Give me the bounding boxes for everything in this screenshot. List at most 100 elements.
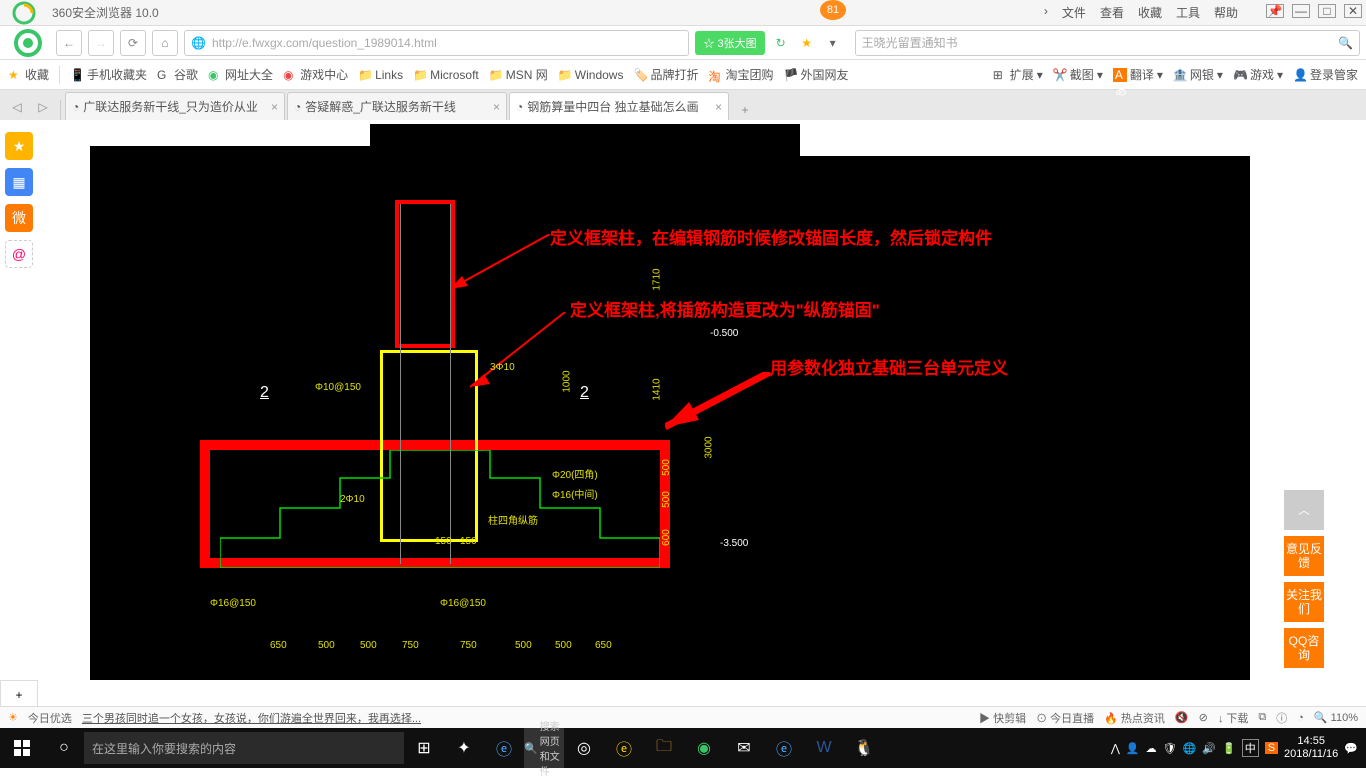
menu-help[interactable]: 帮助 [1214,4,1238,21]
scroll-top-button[interactable]: ︿ [1284,490,1324,530]
bookmark-sites[interactable]: ◉网址大全 [208,66,273,83]
menu-favorites[interactable]: 收藏 [1138,4,1162,21]
feedback-button[interactable]: 意见反馈 [1284,536,1324,576]
bookmark-google[interactable]: G谷歌 [157,66,198,83]
bookmark-taobao[interactable]: 淘淘宝团购 [709,66,774,83]
app-mail[interactable]: ✉ [724,728,764,768]
close-icon[interactable]: × [715,100,722,114]
dim-h3: 500 [360,640,377,651]
tray-vol-icon[interactable]: 🔊 [1202,742,1216,755]
dim-rebar4: Φ16@150 [440,598,486,609]
image-count-button[interactable]: ☆ 3张大图 [695,31,764,55]
app-4[interactable]: ◎ [564,728,604,768]
close-button[interactable]: ✕ [1344,4,1362,18]
login-manager[interactable]: 👤登录管家 [1293,66,1358,83]
app-ie[interactable]: ⓔ [604,728,644,768]
dropdown-icon[interactable]: ▾ [823,33,843,53]
menu-file[interactable]: 文件 [1062,4,1086,21]
app-folder[interactable]: 🗀 [644,728,684,768]
zoom-level[interactable]: 🔍 110% [1314,711,1358,724]
close-icon[interactable]: × [493,100,500,114]
hotspot-button[interactable]: 🔥 热点资讯 [1104,710,1165,726]
app-word[interactable]: W [804,728,844,768]
taskbar-search[interactable]: 在这里输入你要搜索的内容 [84,732,404,764]
bookmark-links[interactable]: 📁Links [358,68,403,82]
search-input[interactable]: 王晓光留置通知书 🔍 [855,30,1360,56]
chevron-icon[interactable]: › [1044,4,1048,21]
games-button[interactable]: 🎮游戏 ▾ [1233,66,1283,83]
minimize-button[interactable]: — [1292,4,1310,18]
download-button[interactable]: ↓ 下载 [1218,710,1249,726]
taskbar-clock[interactable]: 14:55 2018/11/16 [1284,735,1338,761]
quick-edit-button[interactable]: ▶ 快剪辑 [979,710,1026,726]
bookmark-games[interactable]: ◉游戏中心 [283,66,348,83]
tray-av-icon[interactable]: 🛡 [1163,742,1177,755]
bank-button[interactable]: 🏦网银 ▾ [1173,66,1223,83]
tray-ime[interactable]: 中 [1242,739,1259,757]
bookmark-microsoft[interactable]: 📁Microsoft [413,68,479,82]
translate-button[interactable]: Aあ翻译 ▾ [1113,66,1163,83]
tab-1[interactable]: ◔广联达服务新干线_只为造价从业× [65,92,285,120]
taskview-icon[interactable]: ⊞ [404,728,444,768]
app-qq[interactable]: 🐧 [844,728,884,768]
sidebar-item-at[interactable]: @ [5,240,33,268]
home-button[interactable]: ⌂ [152,30,178,56]
new-tab-button[interactable]: + [735,100,755,120]
reload-button[interactable]: ⟳ [120,30,146,56]
pin-icon[interactable]: 📌 [1266,4,1284,18]
app-360[interactable]: ◉ [684,728,724,768]
bookmark-mobile[interactable]: 📱手机收藏夹 [70,66,147,83]
bookmark-windows[interactable]: 📁Windows [558,68,624,82]
qq-consult-button[interactable]: QQ咨询 [1284,628,1324,668]
start-button[interactable] [0,728,44,768]
tab-back-icon[interactable]: ◁ [4,94,30,120]
menu-view[interactable]: 查看 [1100,4,1124,21]
live-button[interactable]: ⊙ 今日直播 [1036,710,1094,726]
rec-headline[interactable]: 三个男孩同时追一个女孩，女孩说，你们游遍全世界回来，我再选择... [82,710,421,726]
dim-rebar1: Φ10@150 [315,382,361,393]
forward-button[interactable]: → [88,30,114,56]
arrow-1 [450,234,560,294]
star-icon[interactable]: ★ [797,33,817,53]
pip-icon[interactable]: ⧉ [1258,711,1266,724]
app-edge[interactable]: ⓔ [764,728,804,768]
url-input[interactable]: 🌐 http://e.fwxgx.com/question_1989014.ht… [184,30,689,56]
tray-net-icon[interactable]: 🌐 [1183,742,1197,755]
screenshot-button[interactable]: ✂️截图 ▾ [1053,66,1103,83]
mute-icon[interactable]: 🔇 [1175,711,1189,724]
extensions-button[interactable]: ⊞扩展 ▾ [993,66,1043,83]
block-icon[interactable]: ⊘ [1199,711,1208,724]
bookmark-msn[interactable]: 📁MSN 网 [489,66,548,83]
dim-v1710: 1710 [652,268,663,290]
tray-people-icon[interactable]: 👤 [1126,742,1140,755]
tab-forward-icon[interactable]: ▷ [30,94,56,120]
app-1[interactable]: ✦ [444,728,484,768]
sidebar-item-weibo[interactable]: 微 [5,204,33,232]
tab-3-active[interactable]: ◔钢筋算量中四台 独立基础怎么画× [509,92,729,120]
close-icon[interactable]: × [271,100,278,114]
sidebar-item-2[interactable]: ▦ [5,168,33,196]
tool2-icon[interactable]: ◔ [1297,712,1304,724]
app-browser[interactable]: ⓔ [484,728,524,768]
tool1-icon[interactable]: ⓘ [1276,710,1287,726]
sidebar-item-1[interactable]: ★ [5,132,33,160]
favorites-button[interactable]: ★收藏 [8,66,49,83]
tray-bat-icon[interactable]: 🔋 [1222,742,1236,755]
maximize-button[interactable]: □ [1318,4,1336,18]
tray-cloud-icon[interactable]: ☁ [1146,742,1157,755]
back-button[interactable]: ← [56,30,82,56]
notification-badge[interactable]: 81 [820,0,846,20]
menu-tools[interactable]: 工具 [1176,4,1200,21]
search-icon[interactable]: 🔍 [1338,36,1353,50]
refresh-icon[interactable]: ↻ [771,33,791,53]
tray-ime2[interactable]: S [1265,742,1278,754]
bookmark-foreign[interactable]: 🏴外国网友 [784,66,849,83]
tray-up-icon[interactable]: ⋀ [1111,742,1120,755]
follow-button[interactable]: 关注我们 [1284,582,1324,622]
browser-logo-small-icon[interactable] [6,28,50,58]
notifications-icon[interactable]: 💬 [1344,742,1358,755]
bookmark-brand[interactable]: 🏷️品牌打折 [633,66,698,83]
tab-2[interactable]: ◔答疑解惑_广联达服务新干线× [287,92,507,120]
app-search[interactable]: 🔍搜索网页和文件 [524,728,564,768]
cortana-icon[interactable]: ○ [44,728,84,768]
